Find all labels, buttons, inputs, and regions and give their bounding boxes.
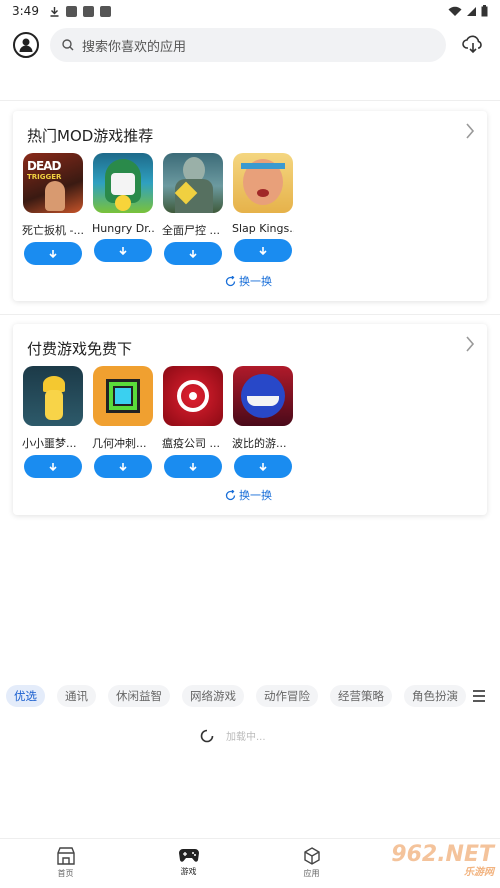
zombie-game-icon[interactable] (163, 153, 223, 213)
section-title: 热门MOD游戏推荐 (27, 127, 154, 145)
refresh-icon (225, 275, 236, 286)
nav-games[interactable]: 游戏 (127, 839, 250, 888)
gamepad-icon (178, 849, 199, 862)
game-item[interactable]: 瘟疫公司 ... (158, 366, 228, 478)
top-bar: 搜索你喜欢的应用 (0, 26, 500, 66)
nav-label: 游戏 (180, 867, 197, 876)
notification-icon (99, 5, 111, 17)
more-arrow-icon[interactable] (465, 336, 475, 356)
game-name: Hungry Dr... (92, 222, 154, 235)
wifi-icon (448, 6, 462, 16)
watermark-logo: 962.NET 乐游网 (391, 842, 494, 878)
refresh-button[interactable]: 换一换 (225, 273, 272, 289)
nav-label: 应用 (303, 869, 320, 878)
more-arrow-icon[interactable] (465, 123, 475, 143)
game-name: Slap Kings... (232, 222, 294, 235)
refresh-label: 换一换 (239, 489, 272, 502)
loading-text: 加载中... (226, 732, 266, 743)
nav-apps[interactable]: 应用 (250, 839, 373, 888)
download-arrow-icon (189, 249, 197, 258)
tab-casual-puzzle[interactable]: 休闲益智 (108, 685, 170, 707)
game-item[interactable]: 几何冲刺... (88, 366, 158, 478)
game-item[interactable]: Slap Kings... (228, 153, 298, 265)
hungry-dragon-icon[interactable] (93, 153, 153, 213)
user-icon (19, 38, 33, 52)
search-placeholder: 搜索你喜欢的应用 (82, 39, 187, 55)
game-list: DEAD TRIGGER 死亡扳机 -... Hungry Dr... 全面尸控… (18, 153, 298, 265)
battery-icon (481, 5, 488, 17)
download-button[interactable] (24, 455, 82, 478)
avatar[interactable] (13, 32, 39, 58)
download-arrow-icon (259, 246, 267, 255)
download-button[interactable] (164, 242, 222, 265)
game-name: 瘟疫公司 ... (162, 437, 220, 450)
download-button[interactable] (94, 455, 152, 478)
category-tabs: 优选 通讯 休闲益智 网络游戏 动作冒险 经营策略 角色扮演 (6, 684, 500, 708)
loading-indicator: 加载中... (200, 728, 266, 743)
refresh-label: 换一换 (239, 275, 272, 288)
section-title: 付费游戏免费下 (27, 340, 133, 358)
tab-online-games[interactable]: 网络游戏 (182, 685, 244, 707)
poppy-playtime-icon[interactable] (233, 366, 293, 426)
download-arrow-icon (119, 246, 127, 255)
plague-inc-icon[interactable] (163, 366, 223, 426)
download-button[interactable] (234, 239, 292, 262)
cloud-download-icon (462, 35, 482, 54)
little-nightmares-icon[interactable] (23, 366, 83, 426)
search-icon (62, 39, 74, 51)
game-item[interactable]: 波比的游... (228, 366, 298, 478)
home-store-icon (56, 847, 75, 865)
game-name: 死亡扳机 -... (22, 224, 84, 237)
download-manager-button[interactable] (462, 34, 484, 58)
nav-label: 首页 (57, 869, 74, 878)
download-arrow-icon (119, 462, 127, 471)
refresh-button[interactable]: 换一换 (225, 487, 272, 503)
cube-icon (303, 847, 320, 865)
nav-home[interactable]: 首页 (4, 839, 127, 888)
status-time: 3:49 (12, 4, 39, 18)
notification-icon (82, 5, 94, 17)
slap-kings-icon[interactable] (233, 153, 293, 213)
game-name: 几何冲刺... (92, 437, 147, 450)
refresh-icon (225, 489, 236, 500)
game-item[interactable]: DEAD TRIGGER 死亡扳机 -... (18, 153, 88, 265)
game-list: 小小噩梦... 几何冲刺... 瘟疫公司 ... 波比的游... (18, 366, 298, 478)
dead-trigger-icon[interactable]: DEAD TRIGGER (23, 153, 83, 213)
download-button[interactable] (164, 455, 222, 478)
tab-strategy[interactable]: 经营策略 (330, 685, 392, 707)
paid-games-card: 付费游戏免费下 小小噩梦... 几何冲刺... 瘟疫公司 ... 波比的游...… (13, 324, 487, 515)
tab-action-adventure[interactable]: 动作冒险 (256, 685, 318, 707)
tab-role-playing[interactable]: 角色扮演 (404, 685, 466, 707)
category-menu-icon[interactable] (472, 688, 486, 707)
tab-featured[interactable]: 优选 (6, 685, 45, 707)
download-button[interactable] (234, 455, 292, 478)
game-item[interactable]: 全面尸控 ... (158, 153, 228, 265)
download-arrow-icon (189, 462, 197, 471)
status-bar: 3:49 (0, 0, 500, 22)
search-input[interactable]: 搜索你喜欢的应用 (50, 28, 446, 62)
geometry-dash-icon[interactable] (93, 366, 153, 426)
game-item[interactable]: Hungry Dr... (88, 153, 158, 265)
game-name: 波比的游... (232, 437, 287, 450)
download-arrow-icon (49, 462, 57, 471)
download-arrow-icon (49, 249, 57, 258)
tab-communication[interactable]: 通讯 (57, 685, 96, 707)
divider (0, 314, 500, 315)
game-item[interactable]: 小小噩梦... (18, 366, 88, 478)
download-button[interactable] (94, 239, 152, 262)
notification-icon (65, 5, 77, 17)
game-name: 小小噩梦... (22, 437, 77, 450)
mod-games-card: 热门MOD游戏推荐 DEAD TRIGGER 死亡扳机 -... Hungry … (13, 111, 487, 301)
divider (0, 100, 500, 101)
download-status-icon (50, 6, 59, 17)
download-arrow-icon (259, 462, 267, 471)
game-name: 全面尸控 ... (162, 224, 220, 237)
download-button[interactable] (24, 242, 82, 265)
spinner-icon (200, 729, 214, 742)
signal-icon (467, 6, 476, 16)
